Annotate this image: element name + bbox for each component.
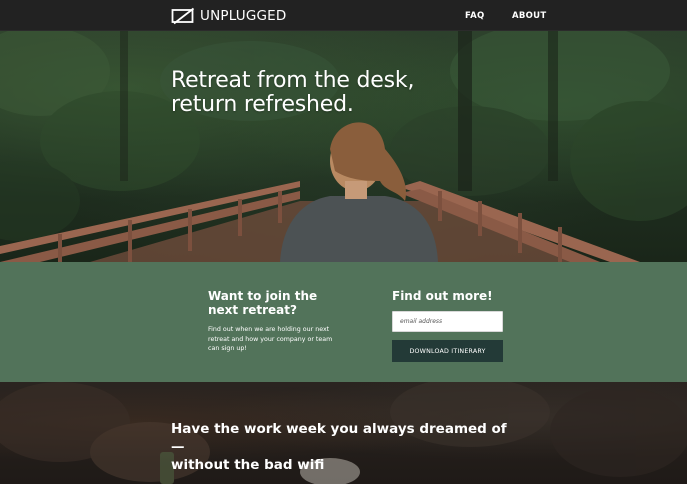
feature-section: Have the work week you always dreamed of… bbox=[0, 382, 687, 484]
feature-headline-line2: without the bad wifi bbox=[171, 457, 325, 473]
hero-headline-line2: return refreshed. bbox=[171, 92, 354, 117]
hero-section: Retreat from the desk, return refreshed. bbox=[0, 31, 687, 262]
feature-headline-line1: Have the work week you always dreamed of… bbox=[171, 421, 507, 455]
brand-name: UNPLUGGED bbox=[200, 8, 287, 24]
download-itinerary-button[interactable]: DOWNLOAD ITINERARY bbox=[392, 340, 503, 362]
unplugged-logo-icon bbox=[171, 7, 195, 25]
hero-headline-line1: Retreat from the desk, bbox=[171, 68, 415, 93]
join-retreat-heading: Want to join the next retreat? bbox=[208, 289, 338, 317]
top-navbar: UNPLUGGED FAQ ABOUT bbox=[0, 0, 687, 31]
nav-link-faq[interactable]: FAQ bbox=[465, 10, 485, 22]
nav-link-about[interactable]: ABOUT bbox=[512, 10, 546, 22]
join-retreat-description: Find out when we are holding our next re… bbox=[208, 326, 333, 352]
brand-logo-link[interactable]: UNPLUGGED bbox=[171, 6, 287, 26]
signup-section: Want to join the next retreat? Find out … bbox=[0, 262, 687, 382]
find-out-more-heading: Find out more! bbox=[392, 289, 493, 303]
email-input[interactable] bbox=[392, 311, 503, 332]
feature-headline: Have the work week you always dreamed of… bbox=[171, 420, 511, 474]
join-retreat-heading-line1: Want to join the bbox=[208, 289, 318, 303]
join-retreat-heading-line2: next retreat? bbox=[208, 303, 297, 317]
hero-headline: Retreat from the desk, return refreshed. bbox=[171, 69, 471, 117]
hero-background-image bbox=[0, 31, 687, 262]
